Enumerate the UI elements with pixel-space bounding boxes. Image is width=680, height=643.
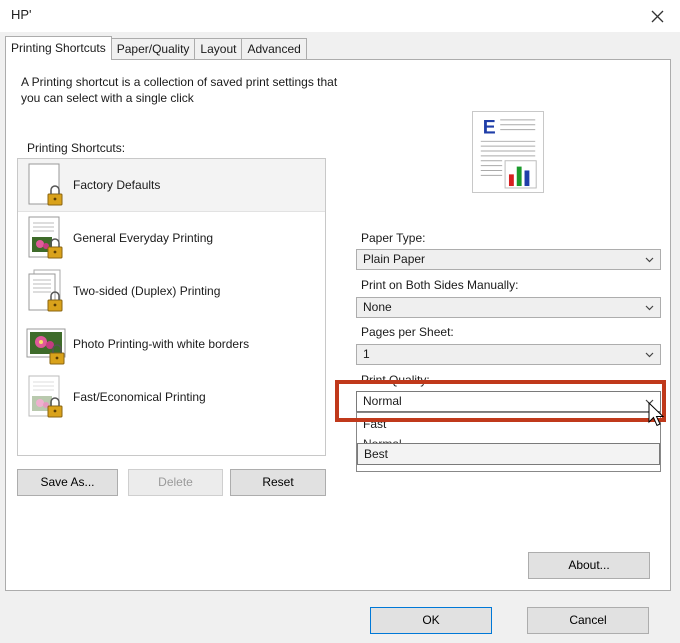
both-sides-label: Print on Both Sides Manually: bbox=[361, 278, 519, 292]
shortcut-label: General Everyday Printing bbox=[73, 231, 214, 245]
save-as-button[interactable]: Save As... bbox=[17, 469, 118, 496]
reset-button[interactable]: Reset bbox=[230, 469, 326, 496]
paper-type-select[interactable]: Plain Paper bbox=[356, 249, 661, 270]
shortcut-item-duplex[interactable]: Two-sided (Duplex) Printing bbox=[18, 265, 325, 318]
delete-button[interactable]: Delete bbox=[128, 469, 223, 496]
shortcut-label: Factory Defaults bbox=[73, 178, 161, 192]
ok-button[interactable]: OK bbox=[370, 607, 492, 634]
shortcut-list[interactable]: Factory Defaults General Everyday Printi… bbox=[17, 158, 326, 456]
tab-layout[interactable]: Layout bbox=[194, 38, 243, 60]
chevron-down-icon bbox=[645, 257, 654, 263]
shortcut-description: A Printing shortcut is a collection of s… bbox=[21, 75, 338, 105]
quality-option-normal[interactable]: Normal bbox=[357, 434, 660, 443]
both-sides-value: None bbox=[363, 300, 392, 314]
both-sides-select[interactable]: None bbox=[356, 297, 661, 318]
print-quality-dropdown: Fast Normal Best bbox=[356, 412, 661, 472]
photo-lock-icon bbox=[26, 328, 66, 365]
shortcut-label: Two-sided (Duplex) Printing bbox=[73, 284, 221, 298]
shortcut-item-factory-defaults[interactable]: Factory Defaults bbox=[18, 159, 325, 212]
print-quality-label: Print Quality: bbox=[361, 373, 430, 387]
shortcut-label: Fast/Economical Printing bbox=[73, 390, 206, 404]
tab-paper-quality[interactable]: Paper/Quality bbox=[110, 38, 196, 60]
print-quality-select[interactable]: Normal bbox=[356, 391, 661, 412]
quality-option-fast[interactable]: Fast bbox=[357, 414, 660, 434]
preview-letter: E bbox=[483, 117, 496, 139]
tab-strip: Printing Shortcuts Paper/Quality Layout … bbox=[5, 36, 307, 60]
pages-per-sheet-select[interactable]: 1 bbox=[356, 344, 661, 365]
print-quality-value: Normal bbox=[363, 394, 402, 408]
chevron-down-icon bbox=[645, 305, 654, 311]
close-icon bbox=[651, 10, 663, 22]
quality-option-best[interactable]: Best bbox=[357, 443, 660, 465]
shortcut-label: Photo Printing-with white borders bbox=[73, 337, 250, 351]
window-title: HP' bbox=[11, 7, 32, 22]
shortcut-item-fast-economical[interactable]: Fast/Economical Printing bbox=[18, 371, 325, 424]
paper-type-label: Paper Type: bbox=[361, 231, 426, 245]
about-button[interactable]: About... bbox=[528, 552, 650, 579]
pages-per-sheet-label: Pages per Sheet: bbox=[361, 325, 454, 339]
shortcut-item-photo-printing[interactable]: Photo Printing-with white borders bbox=[18, 318, 325, 371]
tab-advanced[interactable]: Advanced bbox=[241, 38, 307, 60]
photo-document-lock-icon bbox=[28, 216, 63, 259]
document-preview-icon: E bbox=[472, 111, 544, 193]
pages-per-sheet-value: 1 bbox=[363, 347, 370, 361]
tab-printing-shortcuts[interactable]: Printing Shortcuts bbox=[5, 36, 112, 60]
economical-document-lock-icon bbox=[28, 375, 63, 418]
cancel-button[interactable]: Cancel bbox=[527, 607, 649, 634]
title-bar: HP' bbox=[0, 0, 680, 32]
chevron-down-icon bbox=[645, 352, 654, 358]
chevron-down-icon bbox=[645, 399, 654, 405]
shortcut-item-general-everyday[interactable]: General Everyday Printing bbox=[18, 212, 325, 265]
shortcuts-label: Printing Shortcuts: bbox=[27, 141, 126, 155]
close-button[interactable] bbox=[634, 0, 680, 32]
blank-document-lock-icon bbox=[28, 163, 63, 206]
paper-type-value: Plain Paper bbox=[363, 252, 426, 266]
duplex-document-lock-icon bbox=[28, 269, 63, 312]
tab-panel: A Printing shortcut is a collection of s… bbox=[5, 59, 671, 591]
